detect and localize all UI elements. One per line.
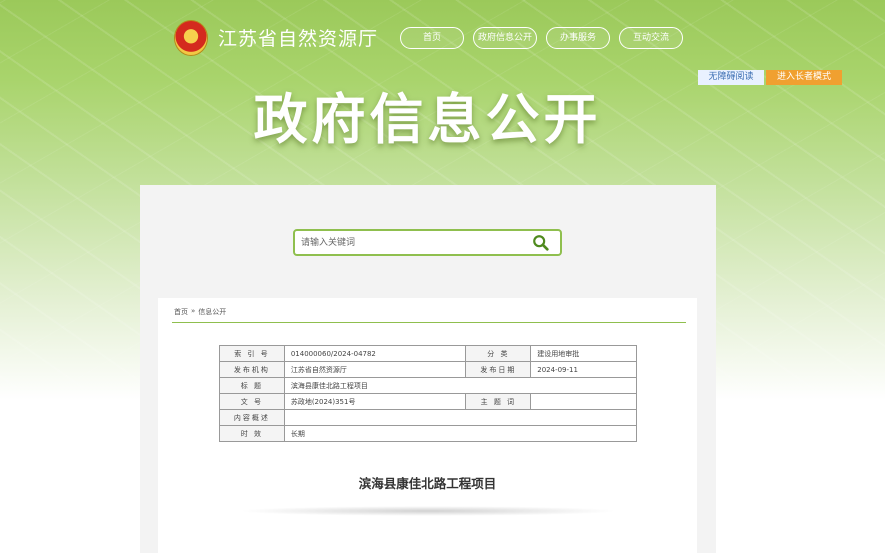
search-input[interactable] (301, 233, 521, 253)
title-label: 标 题 (219, 377, 285, 394)
banner-title: 政府信息公开 (253, 88, 602, 151)
date-value: 2024-09-11 (530, 361, 637, 378)
table-row: 标 题 滨海县康佳北路工程项目 (219, 377, 638, 394)
table-row: 文 号 苏政地(2024)351号 主 题 词 (219, 393, 637, 410)
validity-value: 长期 (283, 425, 638, 442)
publisher-value: 江苏省自然资源厅 (283, 361, 467, 378)
nav-interaction[interactable]: 互动交流 (619, 27, 683, 49)
search-icon[interactable] (532, 234, 550, 252)
national-emblem-icon (174, 20, 208, 56)
publisher-label: 发布机构 (219, 361, 285, 378)
keywords-value (530, 393, 637, 410)
document-title: 滨海县康佳北路工程项目 (358, 476, 497, 491)
title-shadow-divider (238, 506, 618, 516)
date-label: 发布日期 (465, 361, 532, 378)
table-row: 索 引 号 014000060/2024-04782 分 类 建设用地审批 (219, 345, 637, 362)
breadcrumb: 首页 » 信息公开 (174, 307, 226, 317)
summary-value (283, 409, 638, 426)
breadcrumb-separator: » (191, 307, 196, 315)
keywords-label: 主 题 词 (465, 393, 532, 410)
breadcrumb-divider (172, 322, 686, 323)
validity-label: 时 效 (219, 425, 285, 442)
index-value: 014000060/2024-04782 (283, 345, 467, 362)
docno-label: 文 号 (219, 393, 285, 410)
nav-services[interactable]: 办事服务 (546, 27, 610, 49)
nav-gov-info[interactable]: 政府信息公开 (473, 27, 537, 49)
search-box (293, 229, 562, 256)
nav-home[interactable]: 首页 (400, 27, 464, 49)
site-title[interactable]: 江苏省自然资源厅 (218, 24, 378, 51)
table-row: 时 效 长期 (219, 425, 638, 442)
table-row: 发布机构 江苏省自然资源厅 发布日期 2024-09-11 (219, 361, 637, 378)
breadcrumb-home[interactable]: 首页 (174, 307, 188, 317)
breadcrumb-current[interactable]: 信息公开 (198, 307, 226, 317)
top-nav: 首页 政府信息公开 办事服务 互动交流 (400, 27, 683, 49)
table-row: 内容概述 (219, 409, 638, 426)
title-value: 滨海县康佳北路工程项目 (283, 377, 638, 394)
category-label: 分 类 (465, 345, 532, 362)
category-value: 建设用地审批 (530, 345, 637, 362)
info-table: 索 引 号 014000060/2024-04782 分 类 建设用地审批 发布… (219, 345, 638, 442)
summary-label: 内容概述 (219, 409, 285, 426)
docno-value: 苏政地(2024)351号 (283, 393, 467, 410)
index-label: 索 引 号 (219, 345, 285, 362)
